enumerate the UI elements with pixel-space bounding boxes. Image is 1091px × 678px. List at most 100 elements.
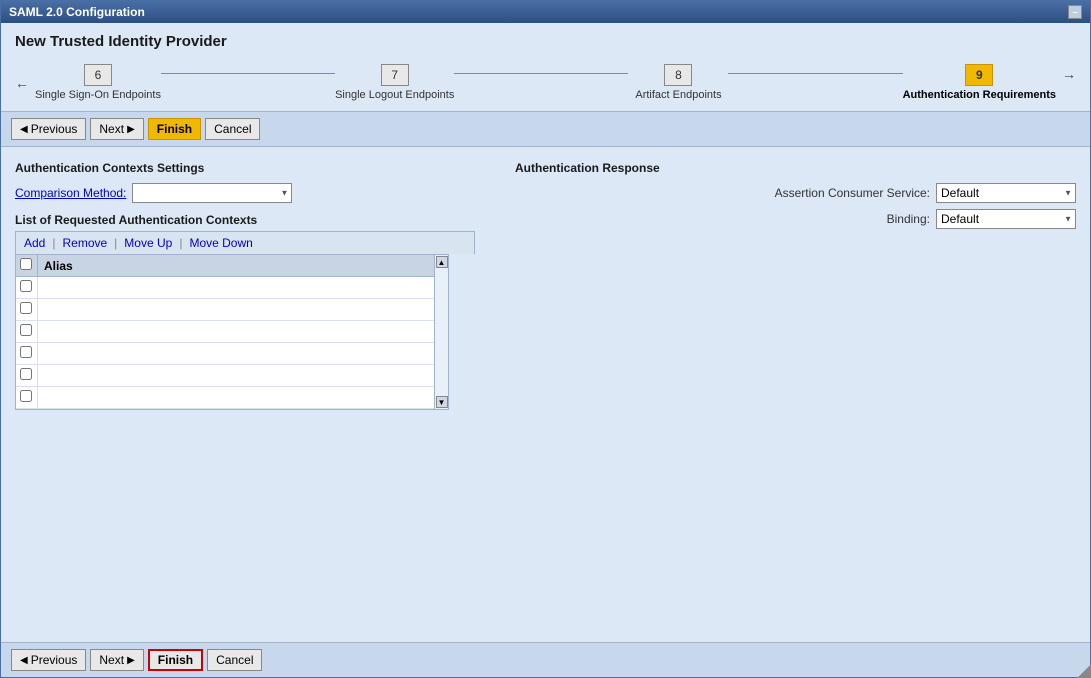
move-down-button[interactable]: Move Down [187,235,254,251]
next-arrow-icon-bottom: ▶ [127,655,135,666]
assertion-consumer-row: Assertion Consumer Service: Default [515,183,1076,203]
assertion-consumer-label: Assertion Consumer Service: [775,186,930,200]
title-bar-buttons: – [1068,5,1082,19]
row-5-checkbox[interactable] [20,368,32,380]
auth-contexts-title: Authentication Contexts Settings [15,161,475,175]
wizard-arrow-right: → [1062,66,1076,82]
resize-handle[interactable] [1077,664,1091,678]
prev-arrow-icon: ◀ [20,124,28,135]
table-header: Alias [16,255,434,277]
binding-wrapper: Default [936,209,1076,229]
auth-response-fields: Assertion Consumer Service: Default Bind… [515,183,1076,229]
separator-2: | [114,236,117,250]
step-connector-3 [728,73,902,74]
assertion-consumer-wrapper: Default [936,183,1076,203]
table-row [16,387,434,409]
table-row [16,299,434,321]
bottom-previous-button[interactable]: ◀ Previous [11,649,86,671]
top-finish-button[interactable]: Finish [148,118,201,140]
row-1-alias [38,285,434,291]
list-toolbar: Add | Remove | Move Up | Move Down [15,231,475,254]
step-number-9: 9 [965,64,993,86]
separator-1: | [52,236,55,250]
step-label-9: Authentication Requirements [903,89,1056,101]
page-title: New Trusted Identity Provider [1,23,1090,56]
bottom-next-button[interactable]: Next ▶ [90,649,143,671]
minimize-button[interactable]: – [1068,5,1082,19]
list-container: Alias [15,254,475,410]
select-all-checkbox[interactable] [20,258,32,270]
add-button[interactable]: Add [22,235,47,251]
assertion-consumer-select[interactable]: Default [936,183,1076,203]
row-4-checkbox[interactable] [20,346,32,358]
row-4-alias [38,351,434,357]
row-checkbox-6 [16,387,38,408]
auth-response-title: Authentication Response [515,161,1076,175]
list-section-title: List of Requested Authentication Context… [15,213,475,227]
comparison-method-label: Comparison Method: [15,186,126,200]
bottom-finish-button[interactable]: Finish [148,649,203,671]
comparison-method-wrapper [132,183,292,203]
top-cancel-button[interactable]: Cancel [205,118,260,140]
table-row [16,365,434,387]
row-checkbox-4 [16,343,38,364]
row-6-alias [38,395,434,401]
row-1-checkbox[interactable] [20,280,32,292]
binding-row: Binding: Default [515,209,1076,229]
wizard-step-6: 6 Single Sign-On Endpoints [35,64,161,101]
separator-3: | [179,236,182,250]
alias-table: Alias [15,254,435,410]
row-3-alias [38,329,434,335]
wizard-step-9: 9 Authentication Requirements [903,64,1056,101]
row-checkbox-3 [16,321,38,342]
left-panel: Authentication Contexts Settings Compari… [15,161,475,628]
row-checkbox-5 [16,365,38,386]
alias-column-header: Alias [38,256,434,276]
top-previous-button[interactable]: ◀ Previous [11,118,86,140]
table-row [16,321,434,343]
wizard-steps: ← 6 Single Sign-On Endpoints 7 Single Lo… [1,56,1090,111]
step-connector-1 [161,73,335,74]
wizard-step-7: 7 Single Logout Endpoints [335,64,454,101]
main-window: SAML 2.0 Configuration – New Trusted Ide… [0,0,1091,678]
table-rows [16,277,434,409]
scroll-down-button[interactable]: ▼ [436,396,448,408]
row-3-checkbox[interactable] [20,324,32,336]
table-scrollbar[interactable]: ▲ ▼ [435,254,449,410]
header-checkbox-cell [16,255,38,276]
next-arrow-icon: ▶ [127,124,135,135]
main-content: Authentication Contexts Settings Compari… [1,147,1090,642]
content-area: New Trusted Identity Provider ← 6 Single… [1,23,1090,677]
title-bar: SAML 2.0 Configuration – [1,1,1090,23]
right-panel: Authentication Response Assertion Consum… [515,161,1076,628]
row-2-alias [38,307,434,313]
top-next-button[interactable]: Next ▶ [90,118,143,140]
step-number-7: 7 [381,64,409,86]
wizard-step-8: 8 Artifact Endpoints [628,64,728,101]
step-label-7: Single Logout Endpoints [335,89,454,101]
binding-select[interactable]: Default [936,209,1076,229]
comparison-method-select[interactable] [132,183,292,203]
scroll-up-button[interactable]: ▲ [436,256,448,268]
step-number-8: 8 [664,64,692,86]
table-row [16,343,434,365]
step-connector-2 [454,73,628,74]
step-label-8: Artifact Endpoints [635,89,721,101]
table-row [16,277,434,299]
remove-button[interactable]: Remove [60,235,109,251]
binding-label: Binding: [887,212,930,226]
row-checkbox-1 [16,277,38,298]
row-5-alias [38,373,434,379]
prev-arrow-icon-bottom: ◀ [20,655,28,666]
comparison-method-row: Comparison Method: [15,183,475,203]
row-6-checkbox[interactable] [20,390,32,402]
move-up-button[interactable]: Move Up [122,235,174,251]
bottom-cancel-button[interactable]: Cancel [207,649,262,671]
step-label-6: Single Sign-On Endpoints [35,89,161,101]
wizard-arrow-left: ← [15,75,29,91]
row-checkbox-2 [16,299,38,320]
row-2-checkbox[interactable] [20,302,32,314]
step-number-6: 6 [84,64,112,86]
bottom-toolbar: ◀ Previous Next ▶ Finish Cancel [1,642,1090,677]
window-title: SAML 2.0 Configuration [9,5,145,19]
